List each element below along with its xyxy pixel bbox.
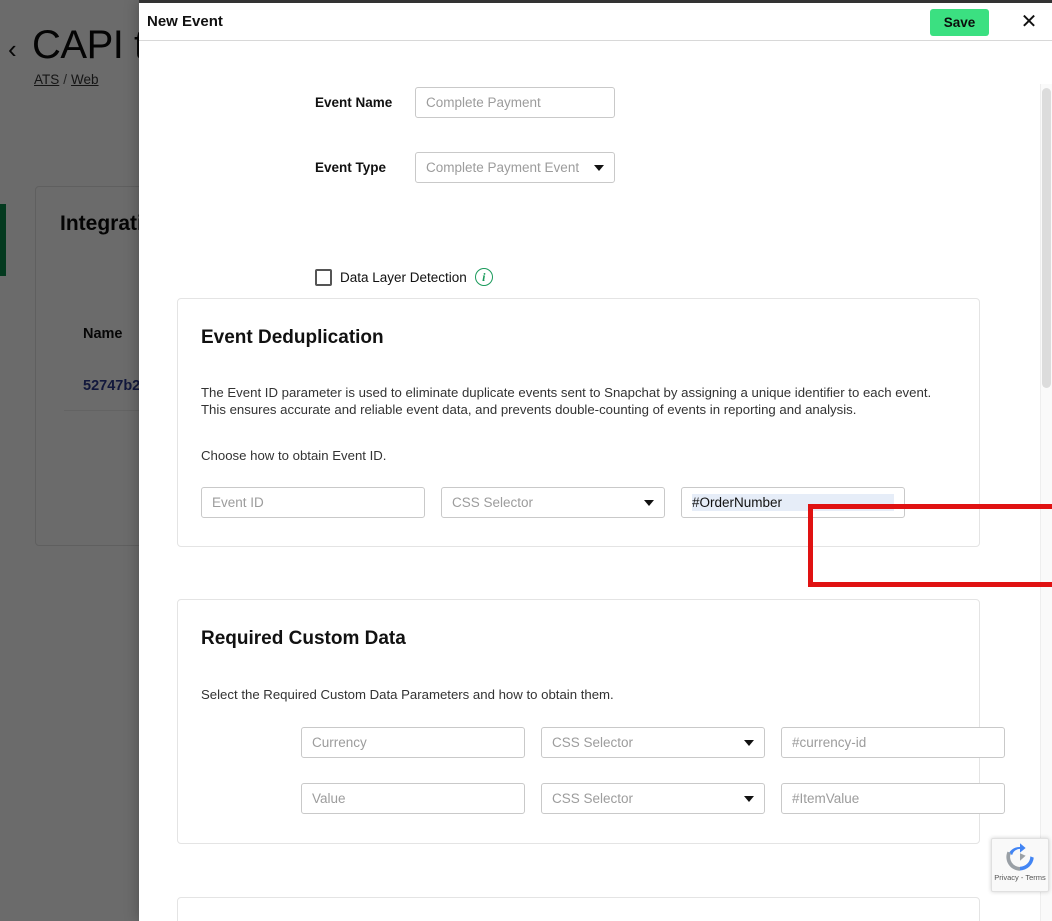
value-method-value: CSS Selector: [552, 791, 634, 806]
recaptcha-privacy-terms[interactable]: Privacy - Terms: [994, 873, 1046, 882]
event-type-select-value: Complete Payment Event: [426, 160, 580, 175]
value-selector-input[interactable]: [781, 783, 1005, 814]
modal-body: Event Name Event Type Complete Payment E…: [139, 42, 1052, 921]
event-deduplication-instruction: Choose how to obtain Event ID.: [201, 448, 387, 463]
event-name-input[interactable]: [415, 87, 615, 118]
currency-method-select[interactable]: CSS Selector: [541, 727, 765, 758]
data-layer-detection-row: Data Layer Detection i: [315, 268, 493, 286]
event-type-select[interactable]: Complete Payment Event: [415, 152, 615, 183]
event-id-param-input[interactable]: [201, 487, 425, 518]
event-deduplication-heading: Event Deduplication: [201, 327, 384, 348]
data-layer-detection-checkbox[interactable]: [315, 268, 332, 286]
event-type-row: Event Type Complete Payment Event: [315, 152, 615, 183]
recaptcha-logo-icon: [1006, 843, 1034, 871]
currency-selector-input[interactable]: [781, 727, 1005, 758]
required-custom-data-row-currency: CSS Selector: [301, 727, 1005, 758]
next-section-panel-partial: [177, 897, 980, 921]
required-custom-data-description: Select the Required Custom Data Paramete…: [201, 687, 614, 702]
data-layer-detection-label: Data Layer Detection: [340, 269, 467, 285]
event-id-selector-input[interactable]: #OrderNumber: [681, 487, 905, 518]
screen-root: ‹ CAPI t ATS/Web Integrati Name 52747b29…: [0, 0, 1052, 921]
new-event-modal: New Event Save ✕ Event Name Event Type C…: [139, 0, 1052, 921]
currency-param-input[interactable]: [301, 727, 525, 758]
value-method-select[interactable]: CSS Selector: [541, 783, 765, 814]
event-id-selector-value: #OrderNumber: [692, 494, 894, 511]
chevron-down-icon: [744, 739, 754, 746]
required-custom-data-row-value: CSS Selector: [301, 783, 1005, 814]
required-custom-data-heading: Required Custom Data: [201, 628, 406, 649]
event-id-method-value: CSS Selector: [452, 495, 534, 510]
recaptcha-badge[interactable]: Privacy - Terms: [991, 838, 1049, 892]
event-deduplication-field-row: CSS Selector #OrderNumber: [201, 487, 905, 518]
event-type-label: Event Type: [315, 160, 387, 175]
modal-header: New Event Save ✕: [139, 3, 1052, 41]
chevron-down-icon: [594, 164, 604, 171]
event-id-method-select[interactable]: CSS Selector: [441, 487, 665, 518]
modal-title: New Event: [147, 13, 223, 30]
event-name-row: Event Name: [315, 87, 615, 118]
value-param-input[interactable]: [301, 783, 525, 814]
event-name-label: Event Name: [315, 95, 393, 110]
event-deduplication-description-line2: This ensures accurate and reliable event…: [201, 402, 857, 417]
close-icon[interactable]: ✕: [1014, 7, 1044, 37]
chevron-down-icon: [744, 795, 754, 802]
event-deduplication-description-line1: The Event ID parameter is used to elimin…: [201, 385, 932, 400]
currency-method-value: CSS Selector: [552, 735, 634, 750]
save-button[interactable]: Save: [930, 9, 989, 36]
modal-scrollbar-thumb[interactable]: [1042, 88, 1051, 388]
info-circle-icon[interactable]: i: [474, 268, 493, 286]
chevron-down-icon: [644, 499, 654, 506]
